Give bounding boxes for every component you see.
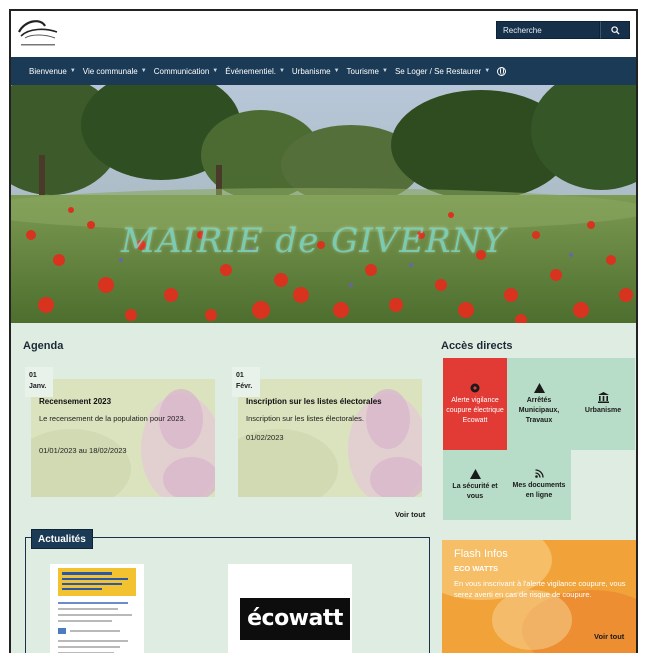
actualites-heading: Actualités [31,529,93,549]
hero-banner: MAIRIE de GIVERNY [11,85,636,323]
flash-infos-heading: Flash Infos [454,548,508,560]
agenda-see-all-link[interactable]: Voir tout [395,510,425,519]
caret-down-icon: ▼ [382,68,388,74]
event-description: Le recensement de la population pour 202… [39,414,186,423]
hero-poppy-field-image [11,85,636,323]
nav-item-vie-communale[interactable]: Vie communale ▼ [83,67,147,76]
nav-label: Bienvenue [29,66,67,76]
tile-securite[interactable]: La sécurité et vous [443,450,507,520]
caret-down-icon: ▼ [484,68,491,74]
alert-circle-icon [470,383,480,392]
nav-label: Communication [153,66,210,76]
header: Recherche [11,11,636,57]
search-input[interactable]: Recherche [496,21,600,39]
nav-item-bienvenue[interactable]: Bienvenue ▼ [29,67,76,76]
tile-alerte-ecowatt[interactable]: Alerte vigilance coupure électrique Ecow… [443,358,507,450]
ecowatt-logo: écowatt [240,598,350,640]
nav-item-se-loger[interactable]: Se Loger / Se Restaurer ▼ [395,67,490,76]
tile-mes-documents[interactable]: Mes documents en ligne [507,450,571,520]
warning-triangle-icon [533,382,545,393]
flash-subtitle: ECO WATTS [454,564,499,573]
flash-infos-panel: Flash Infos ECO WATTS En vous inscrivant… [442,540,636,653]
event-day: 01 [29,372,37,379]
tile-urbanisme[interactable]: Urbanisme [571,358,635,450]
rss-icon [534,469,544,478]
main-nav: Bienvenue ▼ Vie communale ▼ Communication ▼… [11,57,636,85]
search-icon [610,25,620,35]
ecowatt-news-card[interactable]: écowatt [228,564,352,653]
caret-down-icon: ▼ [212,68,219,74]
tile-label: Urbanisme [584,407,622,414]
caret-down-icon: ▼ [278,68,285,74]
nav-label: Événementiel. [225,66,276,76]
actualites-section: écowatt [25,537,430,653]
caret-down-icon: ▼ [69,68,76,74]
page: Recherche Bienvenue ▼ Vie communale ▼ Comm… [9,9,638,653]
event-date-badge: 01 Janv. [25,367,55,399]
nav-item-communication[interactable]: Communication ▼ [154,67,219,76]
nav-label: Se Loger / Se Restaurer [394,66,482,76]
building-columns-icon [597,392,609,403]
nav-label: Urbanisme [291,66,331,76]
nav-item-urbanisme[interactable]: Urbanisme ▼ [292,67,340,76]
hero-title: MAIRIE de GIVERNY [121,221,506,261]
nav-item-evenementiel[interactable]: Événementiel. ▼ [225,67,285,76]
agenda-heading: Agenda [23,340,64,352]
nav-label: Tourisme [346,66,379,76]
search-button[interactable] [600,21,630,39]
flash-text: En vous inscrivant à l'alerte vigilance … [454,579,626,599]
agenda-event-card[interactable]: Recensement 2023 Le recensement de la po… [31,379,215,497]
tile-label: Arrêtés Municipaux, Travaux [518,396,560,424]
search-bar: Recherche [496,21,630,39]
flash-see-all-link[interactable]: Voir tout [594,632,624,641]
news-document-thumbnail[interactable] [50,564,144,653]
caret-down-icon: ▼ [333,68,340,74]
event-dates: 01/02/2023 [246,433,284,442]
warning-triangle-icon [469,468,481,479]
event-date-badge: 01 Févr. [232,367,262,399]
tile-label: Mes documents en ligne [512,482,566,499]
event-day: 01 [236,372,244,379]
event-title: Inscription sur les listes électorales [246,397,382,406]
agenda-event-card[interactable]: Inscription sur les listes électorales I… [238,379,422,497]
event-description: Inscription sur les listes électorales. [246,414,364,423]
tile-arretes-travaux[interactable]: Arrêtés Municipaux, Travaux [507,358,571,450]
language-button[interactable] [497,66,507,76]
nav-label: Vie communale [82,66,138,76]
tile-label: Alerte vigilance coupure électrique Ecow… [446,396,504,424]
event-month: Févr. [236,383,253,390]
event-month: Janv. [29,383,47,390]
caret-down-icon: ▼ [140,68,147,74]
event-dates: 01/01/2023 au 18/02/2023 [39,446,127,455]
giverny-logo[interactable] [15,16,61,50]
globe-icon [497,66,507,76]
tile-label: La sécurité et vous [452,482,498,500]
acces-directs-heading: Accès directs [441,340,513,352]
nav-item-tourisme[interactable]: Tourisme ▼ [347,67,388,76]
